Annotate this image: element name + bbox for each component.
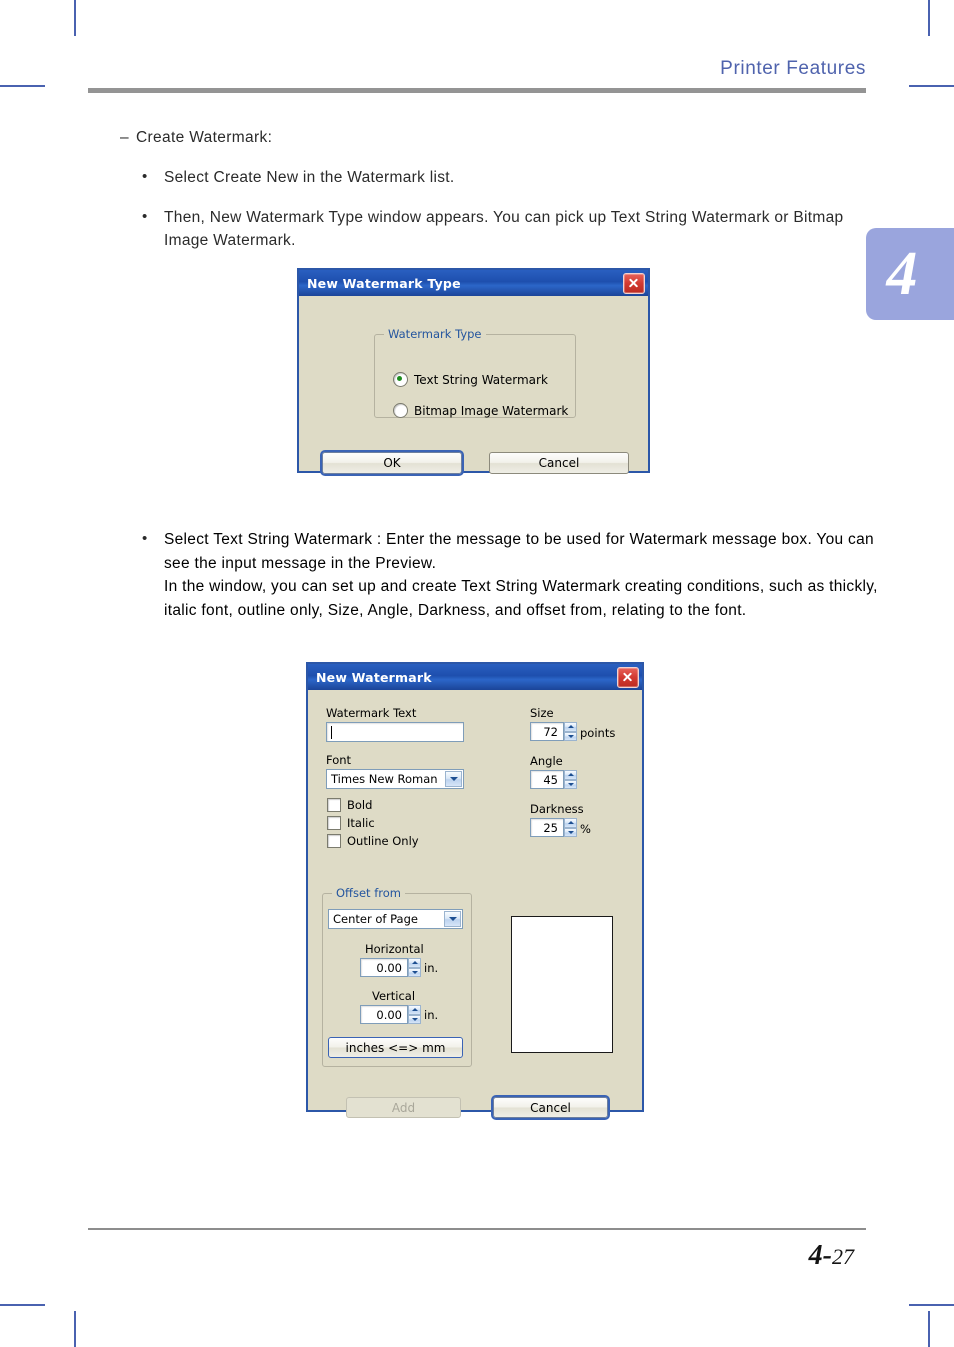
cancel-button[interactable]: Cancel: [491, 1095, 610, 1120]
watermark-type-group-label: Watermark Type: [384, 327, 486, 341]
page-number-chapter: 4-: [808, 1240, 832, 1271]
horizontal-unit-label: in.: [424, 961, 439, 975]
darkness-input[interactable]: 25: [530, 818, 564, 837]
size-stepper-up[interactable]: [564, 722, 577, 732]
chevron-down-icon[interactable]: [445, 771, 462, 787]
cancel-button[interactable]: Cancel: [489, 452, 629, 474]
crop-mark-top-left-v: [74, 0, 76, 36]
header-divider: [88, 88, 866, 93]
angle-input[interactable]: 45: [530, 770, 564, 789]
close-icon[interactable]: [623, 272, 645, 294]
chevron-down-icon[interactable]: [444, 911, 461, 927]
horizontal-stepper[interactable]: [408, 958, 421, 977]
darkness-stepper-up[interactable]: [564, 818, 577, 828]
font-select[interactable]: Times New Roman: [326, 769, 464, 789]
page-title: Printer Features: [720, 58, 866, 79]
dialog2-body: Watermark Text Font Times New Roman Bold…: [308, 690, 642, 1120]
checkbox-italic-label: Italic: [347, 816, 375, 830]
offset-from-group-label: Offset from: [332, 886, 405, 900]
size-stepper[interactable]: [564, 722, 577, 741]
checkbox-bold[interactable]: Bold: [327, 798, 372, 812]
close-icon[interactable]: [617, 666, 639, 688]
dialog2-titlebar: New Watermark: [308, 664, 642, 690]
darkness-stepper-down[interactable]: [564, 827, 577, 837]
crop-mark-bottom-right-h: [909, 1304, 954, 1306]
vertical-stepper[interactable]: [408, 1005, 421, 1024]
add-button[interactable]: Add: [346, 1097, 461, 1118]
angle-label: Angle: [530, 754, 563, 768]
list-item: Then, New Watermark Type window appears.…: [142, 205, 864, 253]
dash-marker: –: [120, 129, 129, 146]
darkness-label: Darkness: [530, 802, 584, 816]
page-number: 4-27: [88, 1240, 866, 1272]
horizontal-stepper-down[interactable]: [408, 967, 421, 977]
checkbox-bold-label: Bold: [347, 798, 373, 812]
dialog1-title: New Watermark Type: [307, 275, 461, 291]
list-item: Select Text String Watermark : Enter the…: [142, 527, 879, 622]
vertical-stepper-down[interactable]: [408, 1014, 421, 1024]
watermark-text-label: Watermark Text: [326, 706, 417, 720]
bullet-list: Select Create New in the Watermark list.…: [88, 165, 878, 253]
angle-stepper-down[interactable]: [564, 779, 577, 789]
footer-divider: [88, 1228, 866, 1230]
crop-mark-bottom-left-v: [74, 1311, 76, 1347]
font-label: Font: [326, 753, 352, 767]
vertical-label: Vertical: [372, 989, 416, 1003]
darkness-stepper[interactable]: [564, 818, 577, 837]
ok-button[interactable]: OK: [320, 450, 464, 476]
dialog2-title: New Watermark: [316, 669, 432, 685]
dialog1-body: Watermark Type Text String Watermark Bit…: [299, 296, 648, 476]
checkbox-unchecked-icon: [327, 798, 341, 812]
crop-mark-top-right-h: [909, 85, 954, 87]
checkbox-unchecked-icon: [327, 834, 341, 848]
checkbox-outline-only[interactable]: Outline Only: [327, 834, 419, 848]
page-content: – Create Watermark: Select Create New in…: [88, 126, 878, 269]
size-stepper-down[interactable]: [564, 731, 577, 741]
radio-unchecked-icon: [393, 403, 408, 418]
dialog1-titlebar: New Watermark Type: [299, 270, 648, 296]
checkbox-unchecked-icon: [327, 816, 341, 830]
darkness-unit-label: %: [580, 822, 591, 836]
crop-mark-bottom-left-h: [0, 1304, 45, 1306]
horizontal-input[interactable]: 0.00: [360, 958, 408, 977]
dialog-new-watermark: New Watermark Watermark Text Font Times …: [306, 662, 644, 1120]
dialog-new-watermark-type: New Watermark Type Watermark Type Text S…: [297, 268, 650, 476]
bullet-list-continued: Select Text String Watermark : Enter the…: [88, 527, 954, 638]
text-caret: [331, 725, 332, 739]
crop-mark-bottom-right-v: [928, 1311, 930, 1347]
horizontal-label: Horizontal: [365, 942, 424, 956]
offset-origin-value: Center of Page: [333, 912, 418, 926]
list-item-create-watermark: – Create Watermark:: [88, 126, 878, 150]
horizontal-stepper-up[interactable]: [408, 958, 421, 968]
crop-mark-top-right-v: [928, 0, 930, 36]
crop-mark-top-left-h: [0, 85, 45, 87]
vertical-unit-label: in.: [424, 1008, 439, 1022]
angle-stepper[interactable]: [564, 770, 577, 789]
radio-checked-icon: [393, 372, 408, 387]
create-watermark-label: Create Watermark:: [136, 129, 273, 146]
font-value: Times New Roman: [331, 772, 438, 786]
angle-stepper-up[interactable]: [564, 770, 577, 780]
list-item: Select Create New in the Watermark list.: [142, 165, 878, 190]
size-input[interactable]: 72: [530, 722, 564, 741]
radio-bitmap-image-watermark-label: Bitmap Image Watermark: [414, 403, 569, 418]
page-header: Printer Features: [88, 56, 866, 93]
vertical-input[interactable]: 0.00: [360, 1005, 408, 1024]
units-toggle-button[interactable]: inches <=> mm: [328, 1037, 463, 1058]
offset-origin-select[interactable]: Center of Page: [328, 909, 463, 929]
checkbox-outline-only-label: Outline Only: [347, 834, 419, 848]
watermark-preview: [511, 916, 613, 1053]
radio-bitmap-image-watermark[interactable]: Bitmap Image Watermark: [393, 403, 568, 418]
watermark-text-input[interactable]: [326, 722, 464, 742]
checkbox-italic[interactable]: Italic: [327, 816, 375, 830]
vertical-stepper-up[interactable]: [408, 1005, 421, 1015]
radio-text-string-watermark[interactable]: Text String Watermark: [393, 372, 548, 387]
page-number-page: 27: [832, 1244, 854, 1269]
radio-text-string-watermark-label: Text String Watermark: [414, 372, 548, 387]
size-unit-label: points: [580, 726, 616, 740]
size-label: Size: [530, 706, 554, 720]
page-footer: 4-27: [88, 1228, 866, 1272]
chapter-tab: 4: [866, 228, 954, 320]
